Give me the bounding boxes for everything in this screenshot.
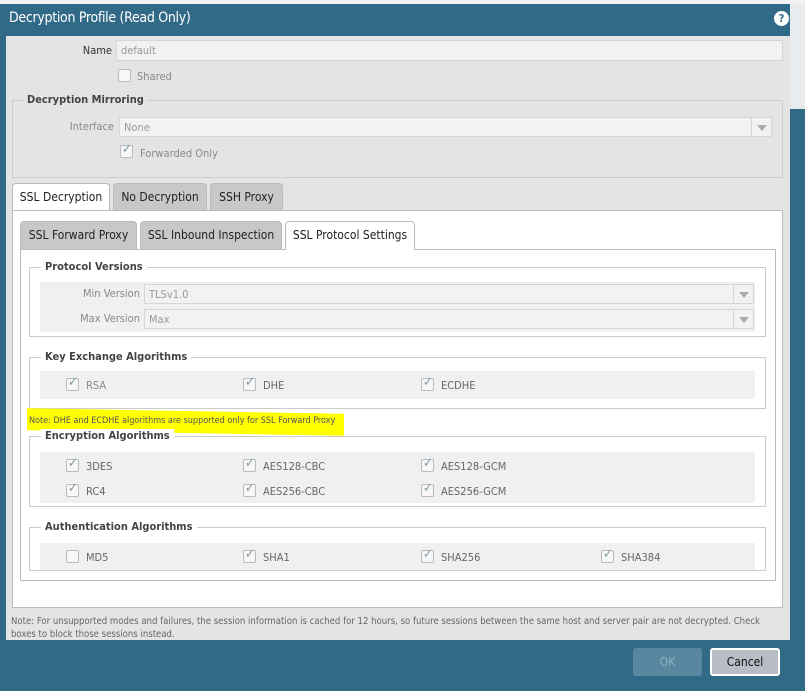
sha384-label: SHA384	[621, 551, 661, 564]
aes256-gcm-checkbox[interactable]	[421, 481, 434, 497]
footer-note: Note: For unsupported modes and failures…	[11, 616, 761, 640]
key-exchange-row: RSA DHE ECDHE	[40, 371, 755, 399]
aes256-cbc-label: AES256-CBC	[263, 485, 326, 498]
tab-ssl-protocol-settings[interactable]: SSL Protocol Settings	[285, 221, 415, 250]
tab-no-decryption[interactable]: No Decryption	[113, 183, 207, 211]
background-page-edge	[790, 4, 805, 109]
chevron-down-icon	[733, 285, 753, 303]
decryption-mirroring-group	[12, 100, 783, 178]
interface-label: Interface	[69, 120, 114, 133]
sha1-checkbox[interactable]	[243, 547, 256, 563]
ok-button[interactable]: OK	[633, 648, 702, 676]
max-version-select[interactable]: Max	[144, 309, 754, 329]
aes128-gcm-checkbox[interactable]	[421, 456, 434, 472]
protocol-versions-legend: Protocol Versions	[41, 260, 147, 273]
encryption-legend: Encryption Algorithms	[41, 429, 174, 442]
background-page	[0, 0, 805, 4]
sha1-label: SHA1	[263, 551, 290, 564]
chevron-down-icon	[751, 118, 771, 136]
min-version-select[interactable]: TLSv1.0	[144, 284, 754, 304]
ecdhe-checkbox[interactable]	[421, 375, 434, 391]
rsa-checkbox[interactable]	[66, 375, 79, 391]
authentication-legend: Authentication Algorithms	[41, 520, 197, 533]
tab-ssl-decryption[interactable]: SSL Decryption	[12, 183, 110, 211]
key-exchange-legend: Key Exchange Algorithms	[41, 350, 192, 363]
shared-checkbox[interactable]	[118, 69, 131, 82]
min-version-label: Min Version	[82, 287, 140, 300]
dhe-label: DHE	[263, 379, 285, 392]
tab-ssh-proxy[interactable]: SSH Proxy	[210, 183, 283, 211]
interface-select[interactable]: None	[119, 117, 772, 137]
forwarded-only-checkbox[interactable]	[120, 142, 133, 158]
rc4-checkbox[interactable]	[66, 481, 79, 497]
cancel-button[interactable]: Cancel	[710, 648, 780, 676]
shared-label: Shared	[137, 70, 172, 83]
aes128-cbc-label: AES128-CBC	[263, 460, 326, 473]
dialog-title: Decryption Profile (Read Only)	[9, 10, 191, 26]
ecdhe-label: ECDHE	[441, 379, 476, 392]
md5-label: MD5	[86, 551, 109, 564]
aes256-cbc-checkbox[interactable]	[243, 481, 256, 497]
chevron-down-icon	[733, 310, 753, 328]
forwarded-only-label: Forwarded Only	[140, 147, 218, 160]
3des-label: 3DES	[86, 460, 113, 473]
sha384-checkbox[interactable]	[601, 547, 614, 563]
md5-checkbox[interactable]	[66, 550, 79, 563]
aes128-cbc-checkbox[interactable]	[243, 456, 256, 472]
rsa-label: RSA	[86, 379, 107, 392]
aes256-gcm-label: AES256-GCM	[441, 485, 507, 498]
encryption-row: 3DES AES128-CBC AES128-GCM RC4 AES256-CBC AES…	[40, 452, 755, 503]
rc4-label: RC4	[86, 485, 106, 498]
help-icon[interactable]: ?	[774, 11, 789, 26]
forward-proxy-note: Note: DHE and ECDHE algorithms are suppo…	[29, 416, 336, 426]
authentication-row: MD5 SHA1 SHA256 SHA384	[40, 543, 755, 570]
min-version-value: TLSv1.0	[149, 288, 189, 301]
max-version-value: Max	[149, 313, 170, 326]
name-label: Name	[82, 44, 112, 57]
decryption-mirroring-legend: Decryption Mirroring	[23, 93, 148, 106]
max-version-label: Max Version	[80, 312, 140, 325]
dhe-checkbox[interactable]	[243, 375, 256, 391]
name-input[interactable]: default	[116, 40, 783, 61]
aes128-gcm-label: AES128-GCM	[441, 460, 507, 473]
sha256-label: SHA256	[441, 551, 481, 564]
tab-ssl-inbound-inspection[interactable]: SSL Inbound Inspection	[140, 221, 282, 249]
sha256-checkbox[interactable]	[421, 547, 434, 563]
tab-ssl-forward-proxy[interactable]: SSL Forward Proxy	[20, 221, 137, 249]
3des-checkbox[interactable]	[66, 456, 79, 472]
interface-value: None	[124, 121, 150, 134]
